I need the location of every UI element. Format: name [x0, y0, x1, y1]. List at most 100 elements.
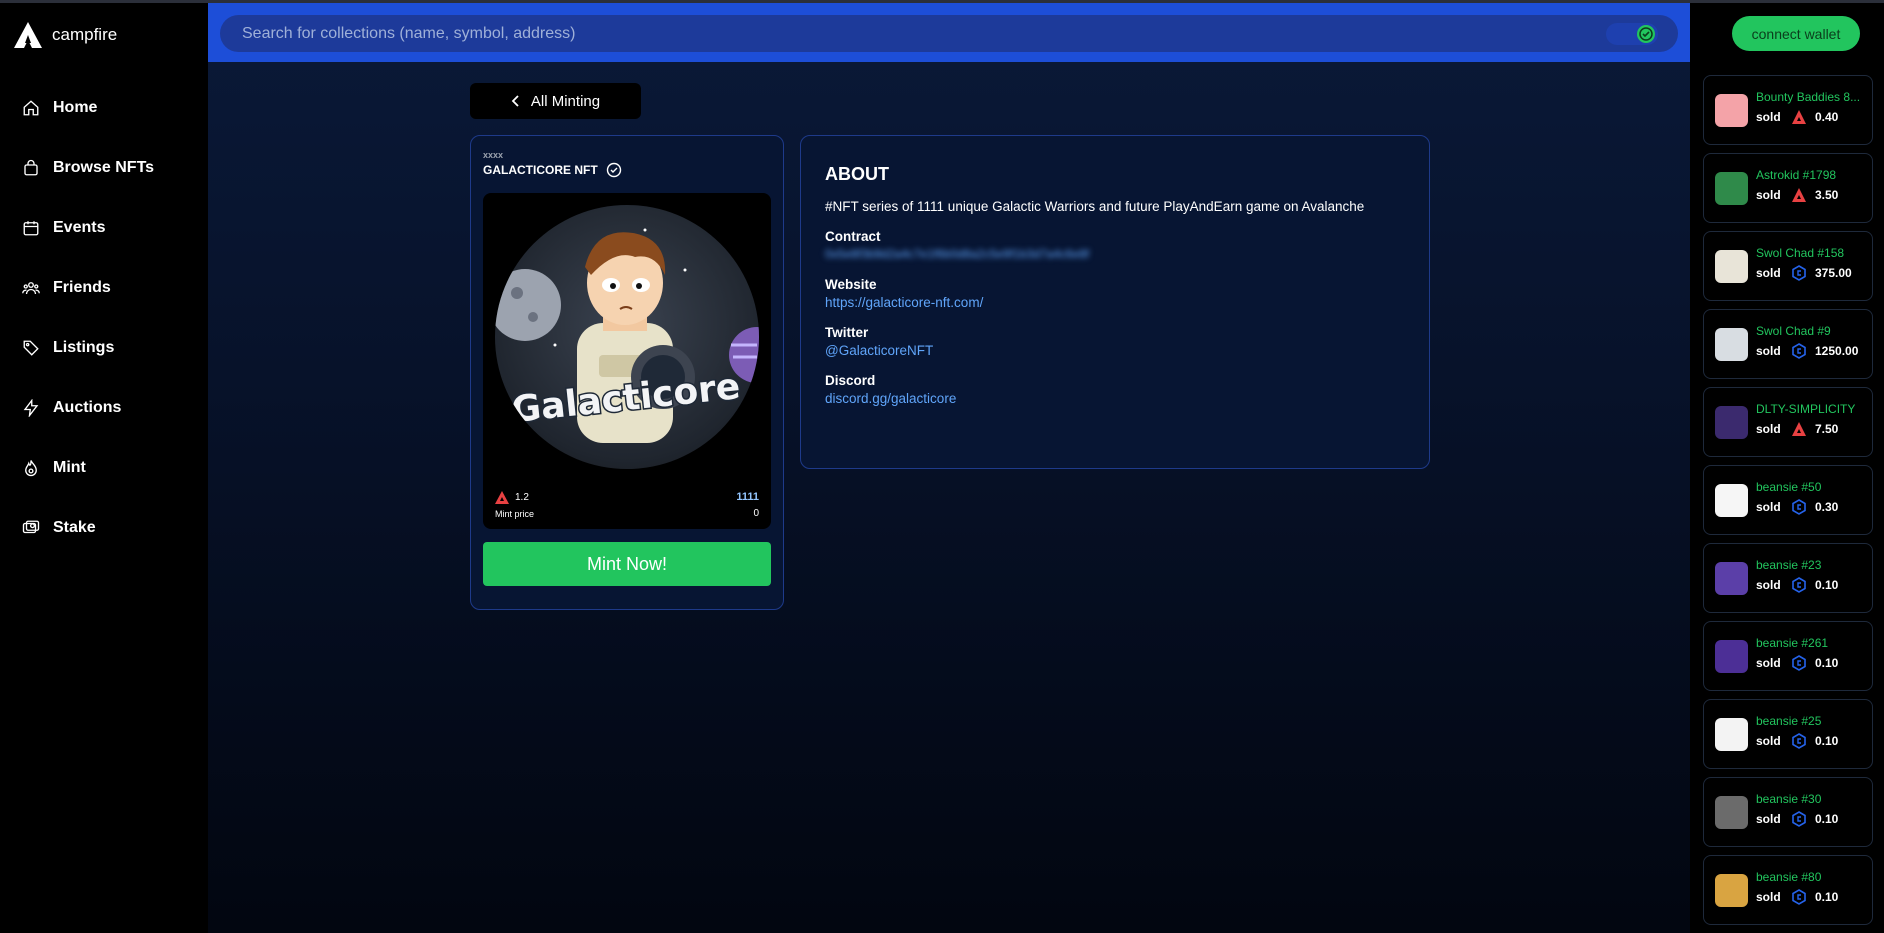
twitter-link[interactable]: @GalacticoreNFT: [825, 343, 1405, 358]
sale-item-name[interactable]: Swol Chad #158: [1756, 246, 1868, 260]
minted-count: 0: [753, 508, 759, 519]
sale-thumbnail[interactable]: [1715, 172, 1748, 205]
sale-thumbnail[interactable]: [1715, 406, 1748, 439]
sale-item[interactable]: beansie #30 sold 0.10: [1703, 777, 1873, 847]
cro-icon: [1791, 811, 1807, 827]
chevron-left-icon: [511, 95, 519, 107]
activity-panel: connect wallet Bounty Baddies 8... sold 0.…: [1690, 3, 1884, 933]
sale-thumbnail[interactable]: [1715, 250, 1748, 283]
sale-status: sold: [1756, 890, 1781, 904]
campfire-logo-icon: [14, 22, 42, 48]
sale-status: sold: [1756, 500, 1781, 514]
sale-item-name[interactable]: beansie #25: [1756, 714, 1868, 728]
contract-address[interactable]: 0x5e8f3b9d2a4c7e1f6b0d8a2c5e9f1b3d7a4c6e…: [825, 247, 1405, 261]
sale-item[interactable]: DLTY-SIMPLICITY sold 7.50: [1703, 387, 1873, 457]
sale-status: sold: [1756, 188, 1781, 202]
sale-item[interactable]: Bounty Baddies 8... sold 0.40: [1703, 75, 1873, 145]
sidebar-nav: Home Browse NFTs Events Friends Listings…: [0, 78, 208, 558]
sidebar-item-label: Friends: [53, 279, 111, 296]
sale-item[interactable]: Astrokid #1798 sold 3.50: [1703, 153, 1873, 223]
sale-item[interactable]: beansie #80 sold 0.10: [1703, 855, 1873, 925]
tag-icon: [23, 340, 39, 356]
sale-status: sold: [1756, 110, 1781, 124]
discord-link[interactable]: discord.gg/galacticore: [825, 391, 1405, 406]
sale-item-name[interactable]: Swol Chad #9: [1756, 324, 1868, 338]
sale-thumbnail[interactable]: [1715, 874, 1748, 907]
sidebar-item-label: Events: [53, 219, 106, 236]
sidebar-item-label: Auctions: [53, 399, 122, 416]
sidebar-item-mint[interactable]: Mint: [0, 438, 208, 498]
home-icon: [23, 100, 39, 116]
sale-item[interactable]: Swol Chad #158 sold 375.00: [1703, 231, 1873, 301]
sale-item-name[interactable]: beansie #261: [1756, 636, 1868, 650]
sale-thumbnail[interactable]: [1715, 640, 1748, 673]
cro-icon: [1791, 343, 1807, 359]
search-input[interactable]: [242, 24, 1582, 43]
sale-status: sold: [1756, 422, 1781, 436]
main-content: All Minting xxxx GALACTICORE NFT: [208, 3, 1690, 933]
sidebar-item-home[interactable]: Home: [0, 78, 208, 138]
sidebar-item-friends[interactable]: Friends: [0, 258, 208, 318]
mint-price-label: Mint price: [495, 509, 535, 519]
collection-image[interactable]: Galacticore: [495, 205, 759, 469]
sale-status: sold: [1756, 656, 1781, 670]
verified-icon: [606, 162, 621, 178]
sidebar-item-stake[interactable]: Stake: [0, 498, 208, 558]
collection-title: GALACTICORE NFT: [483, 162, 622, 178]
sale-thumbnail[interactable]: [1715, 328, 1748, 361]
sale-thumbnail[interactable]: [1715, 796, 1748, 829]
collection-creator: xxxx: [483, 150, 504, 160]
website-link[interactable]: https://galacticore-nft.com/: [825, 295, 1405, 310]
sale-price: 0.10: [1815, 734, 1839, 748]
sidebar-item-label: Listings: [53, 339, 115, 356]
sale-thumbnail[interactable]: [1715, 718, 1748, 751]
sale-item-name[interactable]: Bounty Baddies 8...: [1756, 90, 1868, 104]
cro-icon: [1791, 733, 1807, 749]
sale-item[interactable]: beansie #261 sold 0.10: [1703, 621, 1873, 691]
sidebar-item-label: Mint: [53, 459, 86, 476]
bolt-icon: [23, 399, 39, 417]
sale-item-name[interactable]: beansie #80: [1756, 870, 1868, 884]
sale-item[interactable]: beansie #25 sold 0.10: [1703, 699, 1873, 769]
sidebar: campfire Home Browse NFTs Events Friends…: [0, 3, 208, 933]
twitter-label: Twitter: [825, 325, 869, 340]
sale-item-name[interactable]: DLTY-SIMPLICITY: [1756, 402, 1868, 416]
mint-now-button[interactable]: Mint Now!: [483, 542, 771, 586]
avax-icon: [495, 491, 509, 504]
sale-status: sold: [1756, 578, 1781, 592]
sale-price: 1250.00: [1815, 344, 1859, 358]
sale-thumbnail[interactable]: [1715, 94, 1748, 127]
sale-price: 0.30: [1815, 500, 1839, 514]
sale-status: sold: [1756, 734, 1781, 748]
sale-price: 0.10: [1815, 812, 1839, 826]
sidebar-item-listings[interactable]: Listings: [0, 318, 208, 378]
sidebar-item-browse-nfts[interactable]: Browse NFTs: [0, 138, 208, 198]
sale-item[interactable]: Swol Chad #9 sold 1250.00: [1703, 309, 1873, 379]
users-icon: [22, 282, 40, 295]
sidebar-item-auctions[interactable]: Auctions: [0, 378, 208, 438]
sidebar-item-events[interactable]: Events: [0, 198, 208, 258]
all-minting-button[interactable]: All Minting: [470, 83, 641, 119]
sale-item-name[interactable]: beansie #23: [1756, 558, 1868, 572]
sale-price: 7.50: [1815, 422, 1839, 436]
about-panel: ABOUT #NFT series of 1111 unique Galacti…: [800, 135, 1430, 469]
sale-price: 0.10: [1815, 890, 1839, 904]
connect-wallet-button[interactable]: connect wallet: [1732, 16, 1860, 51]
app-logo[interactable]: campfire: [13, 21, 117, 49]
sale-status: sold: [1756, 812, 1781, 826]
cro-icon: [1791, 499, 1807, 515]
stake-icon: [22, 520, 40, 534]
verified-toggle[interactable]: [1606, 23, 1658, 45]
sale-item-name[interactable]: beansie #30: [1756, 792, 1868, 806]
app-name: campfire: [52, 25, 118, 44]
sale-thumbnail[interactable]: [1715, 562, 1748, 595]
mint-price: 1.2: [495, 491, 529, 504]
contract-label: Contract: [825, 229, 881, 244]
sale-price: 375.00: [1815, 266, 1852, 280]
sale-thumbnail[interactable]: [1715, 484, 1748, 517]
fire-icon: [25, 460, 37, 477]
sale-item[interactable]: beansie #50 sold 0.30: [1703, 465, 1873, 535]
sale-item-name[interactable]: beansie #50: [1756, 480, 1868, 494]
sale-item[interactable]: beansie #23 sold 0.10: [1703, 543, 1873, 613]
sale-item-name[interactable]: Astrokid #1798: [1756, 168, 1868, 182]
